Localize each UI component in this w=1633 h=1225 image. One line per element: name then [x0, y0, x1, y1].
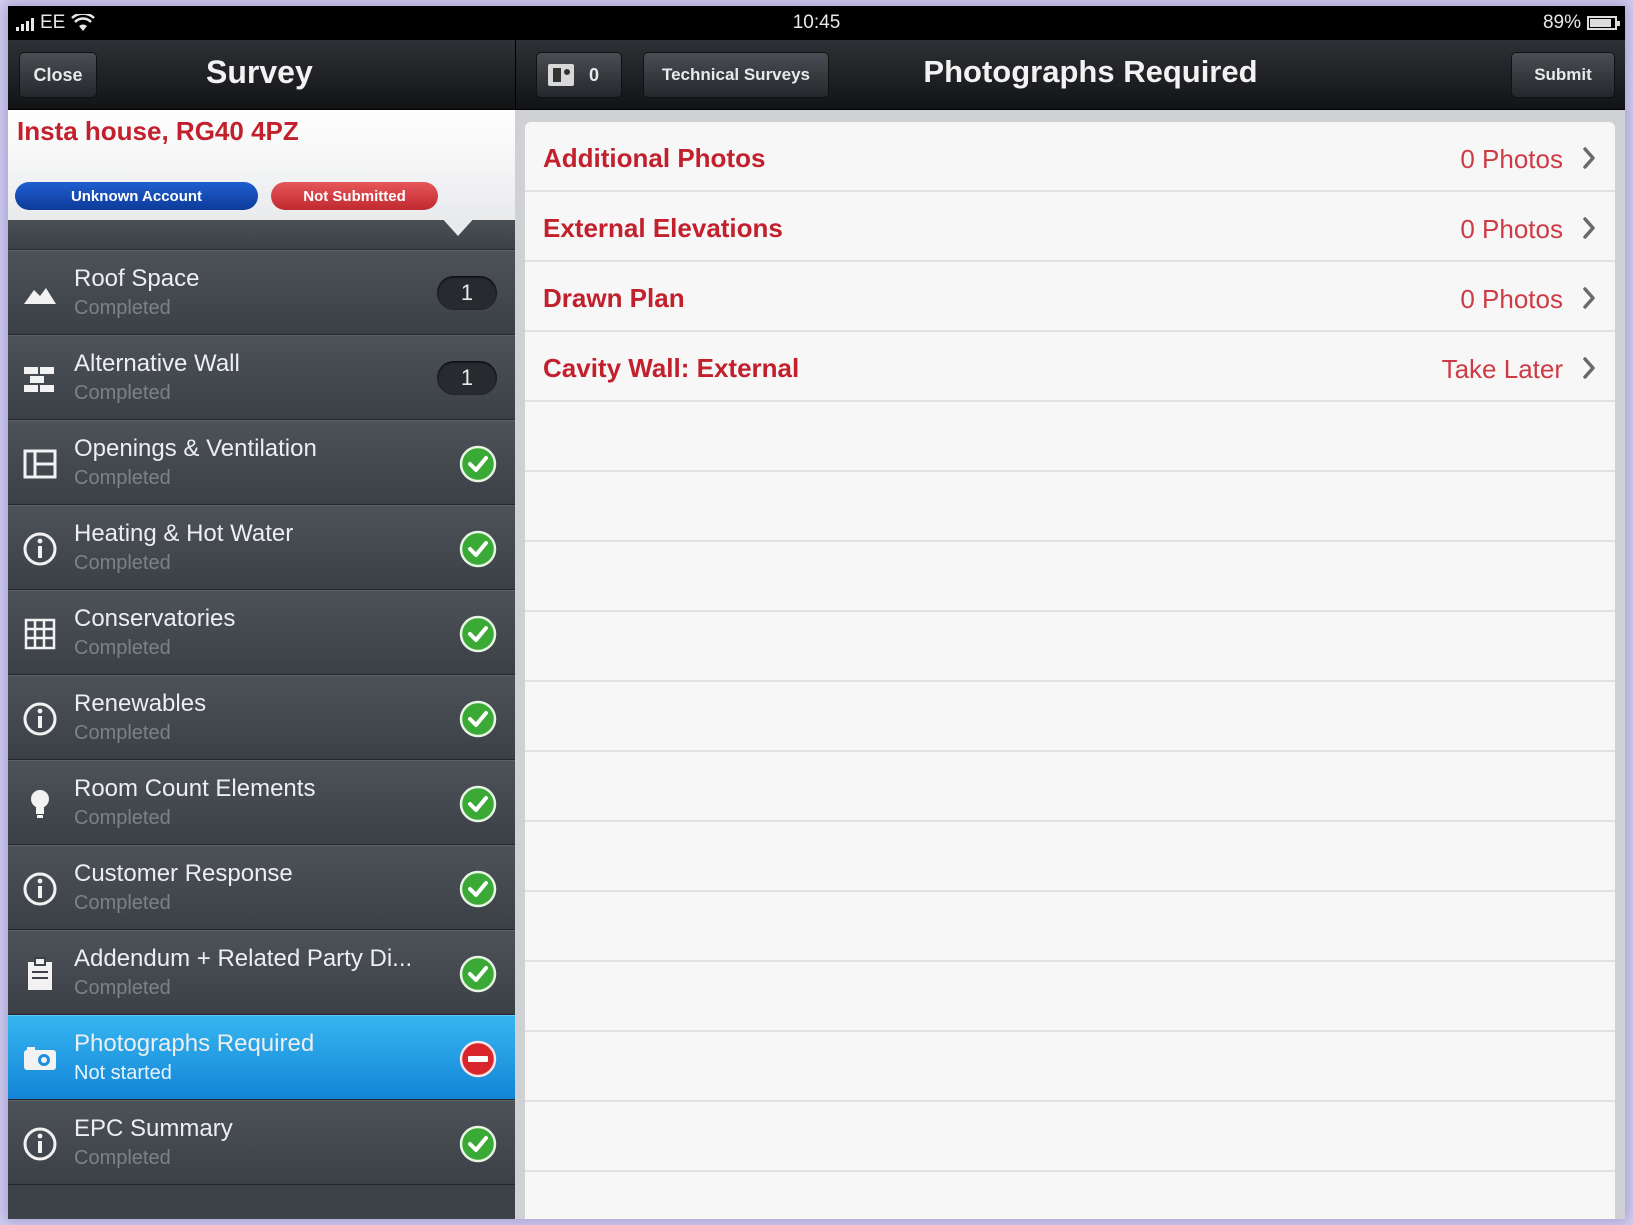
- sidebar-item[interactable]: Addendum + Related Party Di... Completed: [8, 930, 515, 1015]
- brick-wall-icon: [22, 361, 58, 397]
- sidebar-item-status: Completed: [74, 722, 171, 744]
- completed-check-icon: [459, 530, 497, 568]
- sidebar-item-status: Completed: [74, 382, 171, 404]
- battery-icon: [1587, 16, 1620, 30]
- chevron-right-icon: [1581, 146, 1597, 170]
- photo-category-value: 0 Photos: [1460, 284, 1563, 314]
- conservatory-icon: [22, 616, 58, 652]
- detail-nav-bar: 0 Technical Surveys Photographs Required…: [515, 40, 1625, 110]
- issue-count-badge: 1: [437, 361, 497, 395]
- sidebar-item[interactable]: Room Count Elements Completed: [8, 760, 515, 845]
- completed-check-icon: [459, 445, 497, 483]
- sidebar-item-title: Renewables: [74, 690, 207, 717]
- sidebar-item-title: Conservatories: [74, 605, 236, 632]
- sidebar-item-title: Heating & Hot Water: [74, 520, 294, 547]
- sidebar-item-title: Room Count Elements: [74, 775, 316, 802]
- submission-status-badge: Not Submitted: [271, 182, 438, 210]
- sidebar-item-title: Openings & Ventilation: [74, 435, 317, 462]
- partial-list-item[interactable]: [8, 220, 515, 250]
- photo-category-row[interactable]: External Elevations 0 Photos: [525, 192, 1615, 262]
- sidebar-item-status: Completed: [74, 467, 171, 489]
- photo-category-label: Drawn Plan: [543, 283, 685, 313]
- chevron-right-icon: [1581, 356, 1597, 380]
- sidebar-item-status: Completed: [74, 1147, 171, 1169]
- photo-category-value: 0 Photos: [1460, 214, 1563, 244]
- sidebar-item[interactable]: Alternative Wall Completed 1: [8, 335, 515, 420]
- sidebar-item-title: Alternative Wall: [74, 350, 240, 377]
- not-started-icon: [459, 1040, 497, 1078]
- completed-check-icon: [459, 1125, 497, 1163]
- sidebar-item[interactable]: Heating & Hot Water Completed: [8, 505, 515, 590]
- photo-category-label: Additional Photos: [543, 143, 766, 173]
- sidebar-item-status: Completed: [74, 807, 171, 829]
- sidebar-item-title: Addendum + Related Party Di...: [74, 945, 413, 972]
- completed-check-icon: [459, 955, 497, 993]
- submit-button[interactable]: Submit: [1511, 52, 1615, 98]
- photo-category-label: External Elevations: [543, 213, 783, 243]
- sidebar-item-status: Completed: [74, 297, 171, 319]
- property-address: Insta house, RG40 4PZ: [17, 116, 299, 146]
- window-icon: [22, 446, 58, 482]
- issue-count-badge: 1: [437, 276, 497, 310]
- clock: 10:45: [792, 12, 841, 33]
- sidebar-item-status: Completed: [74, 552, 171, 574]
- photo-category-row[interactable]: Cavity Wall: External Take Later: [525, 332, 1615, 402]
- photo-category-value: Take Later: [1441, 354, 1563, 384]
- info-icon: [22, 1126, 58, 1162]
- sidebar-item-status: Completed: [74, 637, 171, 659]
- sidebar-nav-bar: Close Survey: [8, 40, 515, 110]
- completed-check-icon: [459, 700, 497, 738]
- lightbulb-icon: [22, 786, 58, 822]
- roof-icon: [22, 276, 58, 312]
- detail-pane: 0 Technical Surveys Photographs Required…: [515, 40, 1625, 1219]
- chevron-right-icon: [1581, 286, 1597, 310]
- info-icon: [22, 701, 58, 737]
- sidebar-item[interactable]: Conservatories Completed: [8, 590, 515, 675]
- sidebar-item-title: Customer Response: [74, 860, 293, 887]
- sidebar-item-status: Completed: [74, 892, 171, 914]
- header-pointer: [440, 216, 476, 236]
- page-title: Photographs Required: [923, 54, 1258, 89]
- survey-sidebar: Close Survey Insta house, RG40 4PZ Unkno…: [8, 40, 515, 1219]
- photo-category-row[interactable]: Drawn Plan 0 Photos: [525, 262, 1615, 332]
- completed-check-icon: [459, 615, 497, 653]
- section-list[interactable]: Roof Space Completed 1 Alternative Wall Comp…: [8, 220, 515, 1185]
- sidebar-item-title: EPC Summary: [74, 1115, 233, 1142]
- sidebar-item[interactable]: Photographs Required Not started: [8, 1015, 515, 1100]
- survey-header: Insta house, RG40 4PZ Unknown Account No…: [8, 110, 515, 220]
- sidebar-item[interactable]: EPC Summary Completed: [8, 1100, 515, 1185]
- camera-icon: [22, 1041, 58, 1077]
- chevron-right-icon: [1581, 216, 1597, 240]
- sidebar-item[interactable]: Openings & Ventilation Completed: [8, 420, 515, 505]
- sidebar-item[interactable]: Renewables Completed: [8, 675, 515, 760]
- completed-check-icon: [459, 870, 497, 908]
- sidebar-item[interactable]: Customer Response Completed: [8, 845, 515, 930]
- sidebar-item-status: Completed: [74, 977, 171, 999]
- photo-category-row[interactable]: Additional Photos 0 Photos: [525, 122, 1615, 192]
- clipboard-icon: [22, 956, 58, 992]
- info-icon: [22, 531, 58, 567]
- battery-percent: 89%: [1542, 12, 1581, 33]
- sidebar-item-status: Not started: [74, 1062, 172, 1084]
- info-icon: [22, 871, 58, 907]
- status-bar: EE 10:45 89%: [8, 6, 1625, 40]
- sidebar-item[interactable]: Roof Space Completed 1: [8, 250, 515, 335]
- photo-category-value: 0 Photos: [1460, 144, 1563, 174]
- photos-table: Additional Photos 0 Photos External Elevat…: [525, 122, 1615, 1219]
- close-button[interactable]: Close: [19, 52, 97, 98]
- sidebar-item-title: Roof Space: [74, 265, 200, 292]
- completed-check-icon: [459, 785, 497, 823]
- sidebar-item-title: Photographs Required: [74, 1030, 315, 1057]
- sidebar-title: Survey: [206, 54, 313, 90]
- photo-category-label: Cavity Wall: External: [543, 353, 800, 383]
- ipad-screen: EE 10:45 89% Close Survey Insta house, R…: [8, 6, 1625, 1219]
- account-badge[interactable]: Unknown Account: [15, 182, 258, 210]
